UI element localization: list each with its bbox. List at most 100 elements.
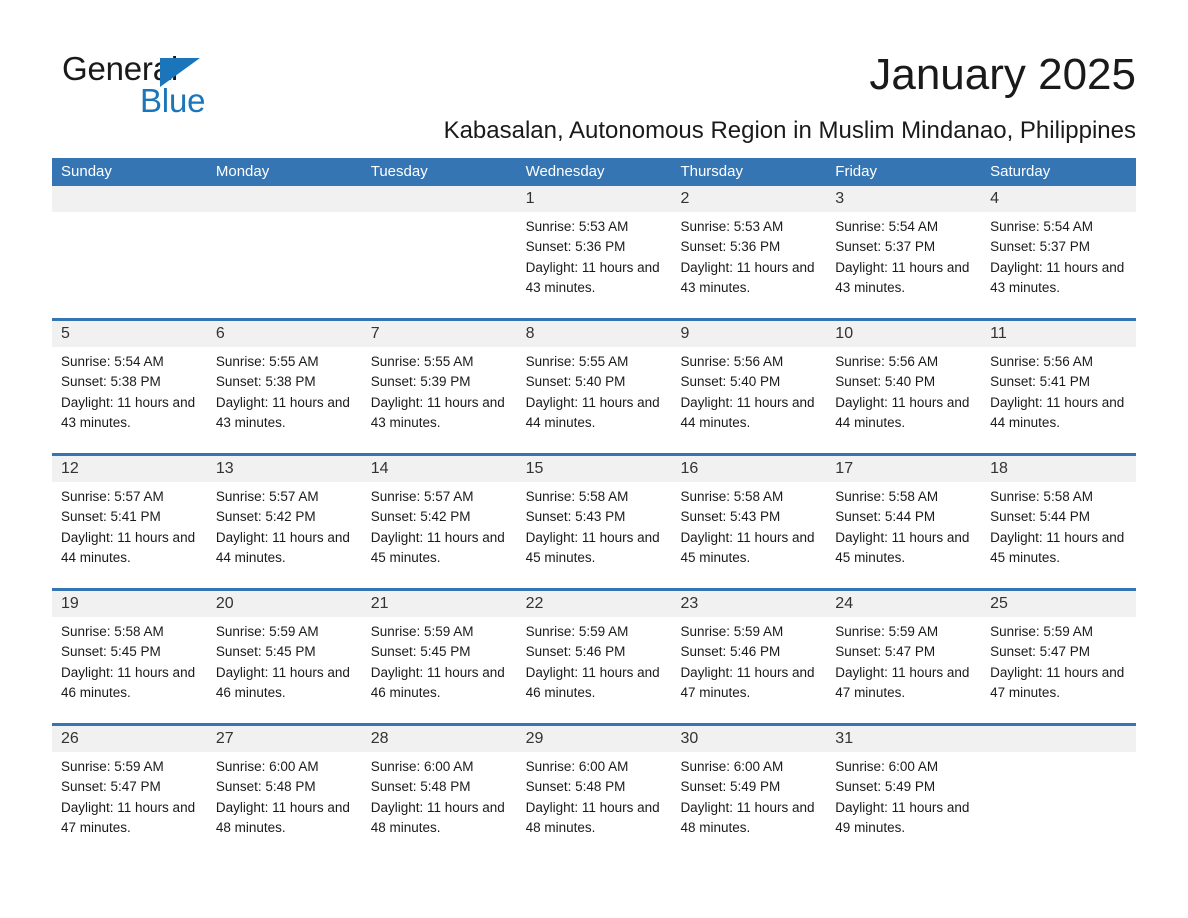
daylight-text: Daylight: 11 hours and 45 minutes. [835, 529, 970, 565]
day-number: 6 [206, 321, 362, 347]
day-cell[interactable]: 19 Sunrise: 5:58 AM Sunset: 5:45 PM Dayligh… [52, 591, 207, 723]
sunset-text: Sunset: 5:49 PM [835, 779, 936, 795]
day-number: 14 [361, 456, 517, 482]
day-number: 7 [361, 321, 517, 347]
day-number: 29 [516, 726, 672, 752]
sunset-text: Sunset: 5:36 PM [680, 239, 781, 255]
day-cell[interactable]: 28 Sunrise: 6:00 AM Sunset: 5:48 PM Dayligh… [361, 726, 517, 858]
day-number: 26 [52, 726, 207, 752]
day-cell[interactable]: 24 Sunrise: 5:59 AM Sunset: 5:47 PM Dayligh… [826, 591, 982, 723]
day-cell[interactable]: 10 Sunrise: 5:56 AM Sunset: 5:40 PM Dayligh… [826, 321, 982, 453]
sunrise-text: Sunrise: 5:55 AM [525, 354, 629, 369]
calendar-page: General Blue January 2025 Kabasalan, Aut… [0, 0, 1188, 918]
day-number: 13 [206, 456, 362, 482]
day-number: 25 [981, 591, 1137, 617]
sunset-text: Sunset: 5:39 PM [370, 374, 471, 390]
day-cell[interactable]: 8 Sunrise: 5:55 AM Sunset: 5:40 PM Daylight… [516, 321, 672, 453]
day-cell[interactable]: 30 Sunrise: 6:00 AM Sunset: 5:49 PM Dayligh… [671, 726, 827, 858]
day-cell[interactable]: 16 Sunrise: 5:58 AM Sunset: 5:43 PM Dayligh… [671, 456, 827, 588]
day-number: 23 [671, 591, 827, 617]
day-cell[interactable]: 21 Sunrise: 5:59 AM Sunset: 5:45 PM Dayligh… [361, 591, 517, 723]
day-cell[interactable]: 1 Sunrise: 5:53 AM Sunset: 5:36 PM Daylight… [516, 186, 672, 318]
day-cell[interactable]: 25 Sunrise: 5:59 AM Sunset: 5:47 PM Dayligh… [981, 591, 1137, 723]
day-details: Sunrise: 6:00 AM Sunset: 5:49 PM Daylight:… [671, 752, 826, 838]
day-details: Sunrise: 5:55 AM Sunset: 5:38 PM Daylight:… [207, 347, 362, 433]
daylight-text: Daylight: 11 hours and 46 minutes. [61, 664, 196, 700]
day-number: 27 [206, 726, 362, 752]
day-cell[interactable]: 14 Sunrise: 5:57 AM Sunset: 5:42 PM Dayligh… [361, 456, 517, 588]
day-cell[interactable]: 11 Sunrise: 5:56 AM Sunset: 5:41 PM Dayligh… [981, 321, 1137, 453]
day-number: 5 [52, 321, 207, 347]
day-cell[interactable]: 2 Sunrise: 5:53 AM Sunset: 5:36 PM Daylight… [671, 186, 827, 318]
daylight-text: Daylight: 11 hours and 48 minutes. [215, 799, 350, 835]
day-details: Sunrise: 6:00 AM Sunset: 5:48 PM Daylight:… [362, 752, 517, 838]
day-details: Sunrise: 5:59 AM Sunset: 5:47 PM Daylight:… [981, 617, 1136, 703]
weekday-header-sunday: Sunday [61, 163, 112, 180]
day-number: 21 [361, 591, 517, 617]
daylight-text: Daylight: 11 hours and 45 minutes. [680, 529, 815, 565]
day-cell[interactable]: 13 Sunrise: 5:57 AM Sunset: 5:42 PM Dayligh… [206, 456, 362, 588]
day-cell[interactable]: 27 Sunrise: 6:00 AM Sunset: 5:48 PM Dayligh… [206, 726, 362, 858]
day-cell-empty [52, 186, 207, 318]
day-number: 24 [826, 591, 982, 617]
sunrise-text: Sunrise: 5:59 AM [215, 624, 319, 639]
sunrise-text: Sunrise: 5:59 AM [680, 624, 784, 639]
day-cell[interactable]: 20 Sunrise: 5:59 AM Sunset: 5:45 PM Dayligh… [206, 591, 362, 723]
calendar-week-row: 19 Sunrise: 5:58 AM Sunset: 5:45 PM Dayligh… [52, 588, 1137, 723]
day-cell[interactable]: 18 Sunrise: 5:58 AM Sunset: 5:44 PM Dayligh… [981, 456, 1137, 588]
day-cell[interactable]: 15 Sunrise: 5:58 AM Sunset: 5:43 PM Dayligh… [516, 456, 672, 588]
daylight-text: Daylight: 11 hours and 45 minutes. [990, 529, 1125, 565]
weekday-header-tuesday: Tuesday [370, 163, 428, 180]
sunrise-text: Sunrise: 5:54 AM [61, 354, 164, 369]
day-cell[interactable]: 17 Sunrise: 5:58 AM Sunset: 5:44 PM Dayligh… [826, 456, 982, 588]
day-number: 18 [981, 456, 1137, 482]
day-details: Sunrise: 5:58 AM Sunset: 5:44 PM Daylight:… [981, 482, 1136, 568]
daylight-text: Daylight: 11 hours and 47 minutes. [61, 799, 196, 835]
day-number [52, 186, 207, 212]
day-cell[interactable]: 7 Sunrise: 5:55 AM Sunset: 5:39 PM Daylight… [361, 321, 517, 453]
day-cell[interactable]: 12 Sunrise: 5:57 AM Sunset: 5:41 PM Dayligh… [52, 456, 207, 588]
sunrise-text: Sunrise: 5:57 AM [215, 489, 319, 504]
calendar-grid: Sunday Monday Tuesday Wednesday Thursday Frid… [52, 158, 1137, 858]
day-cell[interactable]: 31 Sunrise: 6:00 AM Sunset: 5:49 PM Dayligh… [826, 726, 982, 858]
sunset-text: Sunset: 5:43 PM [525, 509, 626, 525]
daylight-text: Daylight: 11 hours and 46 minutes. [370, 664, 505, 700]
sunset-text: Sunset: 5:48 PM [215, 779, 316, 795]
day-details: Sunrise: 6:00 AM Sunset: 5:48 PM Daylight:… [207, 752, 362, 838]
day-cell[interactable]: 26 Sunrise: 5:59 AM Sunset: 5:47 PM Dayligh… [52, 726, 207, 858]
day-cell[interactable]: 22 Sunrise: 5:59 AM Sunset: 5:46 PM Dayligh… [516, 591, 672, 723]
sunset-text: Sunset: 5:48 PM [370, 779, 471, 795]
sunrise-text: Sunrise: 5:57 AM [61, 489, 164, 504]
day-cell[interactable]: 3 Sunrise: 5:54 AM Sunset: 5:37 PM Daylight… [826, 186, 982, 318]
day-number: 1 [516, 186, 672, 212]
weekday-header-monday: Monday [215, 163, 270, 180]
calendar-week-row: 26 Sunrise: 5:59 AM Sunset: 5:47 PM Dayligh… [52, 723, 1137, 858]
daylight-text: Daylight: 11 hours and 44 minutes. [61, 529, 196, 565]
sunset-text: Sunset: 5:47 PM [835, 644, 936, 660]
day-details: Sunrise: 5:57 AM Sunset: 5:41 PM Daylight:… [52, 482, 207, 568]
day-cell[interactable]: 6 Sunrise: 5:55 AM Sunset: 5:38 PM Daylight… [206, 321, 362, 453]
sunset-text: Sunset: 5:47 PM [990, 644, 1090, 660]
sunset-text: Sunset: 5:40 PM [525, 374, 626, 390]
day-cell[interactable]: 29 Sunrise: 6:00 AM Sunset: 5:48 PM Dayligh… [516, 726, 672, 858]
sunrise-text: Sunrise: 5:59 AM [525, 624, 629, 639]
sunrise-text: Sunrise: 5:55 AM [370, 354, 474, 369]
day-cell[interactable]: 5 Sunrise: 5:54 AM Sunset: 5:38 PM Daylight… [52, 321, 207, 453]
sunrise-text: Sunrise: 5:56 AM [680, 354, 784, 369]
day-details: Sunrise: 5:59 AM Sunset: 5:45 PM Daylight:… [207, 617, 362, 703]
day-details: Sunrise: 5:54 AM Sunset: 5:37 PM Daylight:… [981, 212, 1136, 298]
day-number: 15 [516, 456, 672, 482]
day-cell[interactable]: 4 Sunrise: 5:54 AM Sunset: 5:37 PM Daylight… [981, 186, 1137, 318]
daylight-text: Daylight: 11 hours and 45 minutes. [525, 529, 660, 565]
sunset-text: Sunset: 5:36 PM [525, 239, 626, 255]
day-details: Sunrise: 5:58 AM Sunset: 5:44 PM Daylight:… [826, 482, 981, 568]
sunset-text: Sunset: 5:40 PM [835, 374, 936, 390]
day-cell[interactable]: 9 Sunrise: 5:56 AM Sunset: 5:40 PM Daylight… [671, 321, 827, 453]
sunset-text: Sunset: 5:45 PM [370, 644, 471, 660]
day-details: Sunrise: 5:54 AM Sunset: 5:38 PM Daylight:… [52, 347, 207, 433]
weekday-header-wednesday: Wednesday [525, 163, 605, 180]
day-cell[interactable]: 23 Sunrise: 5:59 AM Sunset: 5:46 PM Dayligh… [671, 591, 827, 723]
generalblue-logo[interactable]: General Blue [62, 50, 292, 120]
day-number: 4 [981, 186, 1137, 212]
daylight-text: Daylight: 11 hours and 49 minutes. [835, 799, 970, 835]
